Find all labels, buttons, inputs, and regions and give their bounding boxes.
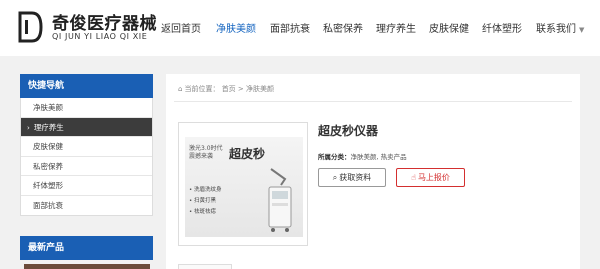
product-category: 所属分类：净肤美颜, 热卖产品 bbox=[318, 151, 407, 161]
main-content: ⌂ 当前位置： 首页 > 净肤美颜 激光3.0时代 震撼来袭 超皮秒 • 洗眉洗纹… bbox=[166, 74, 580, 269]
chevron-down-icon: ▼ bbox=[579, 26, 585, 34]
sidebar-item-skin-beauty[interactable]: 净肤美颜 bbox=[21, 98, 152, 118]
banner-bullet: • 扫黄打黑 bbox=[189, 198, 216, 204]
breadcrumb-current[interactable]: 净肤美颜 bbox=[246, 85, 274, 93]
breadcrumb-home-link[interactable]: 首页 bbox=[222, 85, 236, 93]
hand-pointer-icon: ☝ bbox=[411, 173, 416, 182]
search-icon: ⌕ bbox=[332, 173, 338, 182]
banner-title: 超皮秒 bbox=[229, 147, 266, 161]
nav-item-home[interactable]: 返回首页 bbox=[161, 20, 201, 35]
sidebar-title: 快捷导航 bbox=[20, 74, 153, 98]
breadcrumb: ⌂ 当前位置： 首页 > 净肤美颜 bbox=[178, 84, 274, 94]
sidebar-item-face-antiaging[interactable]: 面部抗衰 bbox=[21, 196, 152, 216]
get-quote-button[interactable]: ☝ 马上报价 bbox=[396, 168, 465, 187]
logo[interactable]: 奇俊医疗器械 QI JUN YI LIAO QI XIE bbox=[16, 8, 157, 48]
site-header: 奇俊医疗器械 QI JUN YI LIAO QI XIE 返回首页 净肤美颜 面… bbox=[0, 0, 600, 56]
get-quote-label: 马上报价 bbox=[417, 173, 450, 182]
nav-item-therapy[interactable]: 理疗养生 bbox=[376, 20, 416, 35]
get-info-button[interactable]: ⌕ 获取资料 bbox=[318, 168, 386, 187]
product-image[interactable]: 激光3.0时代 震撼来袭 超皮秒 • 洗眉洗纹身 • 扫黄打黑 • 祛斑祛痣 bbox=[178, 122, 308, 246]
sidebar-item-private-care[interactable]: 私密保养 bbox=[21, 157, 152, 176]
product-title: 超皮秒仪器 bbox=[318, 124, 379, 138]
get-info-label: 获取资料 bbox=[339, 173, 372, 182]
sidebar-item-label: 理疗养生 bbox=[33, 122, 64, 132]
latest-products-title: 最新产品 bbox=[20, 236, 153, 260]
sidebar-item-therapy[interactable]: › 理疗养生 bbox=[21, 117, 152, 137]
chevron-right-icon: › bbox=[27, 123, 30, 132]
banner-bullet: • 洗眉洗纹身 bbox=[189, 187, 222, 193]
nav-item-skin-care[interactable]: 皮肤保健 bbox=[429, 20, 469, 35]
sidebar: 快捷导航 净肤美颜 › 理疗养生 皮肤保健 私密保养 纤体塑形 面部抗衰 bbox=[20, 74, 153, 216]
nav-contact-label: 联系我们 bbox=[536, 24, 576, 35]
laser-machine-illustration bbox=[268, 168, 292, 232]
nav-item-body-shaping[interactable]: 纤体塑形 bbox=[482, 20, 522, 35]
latest-product-thumbnail[interactable] bbox=[24, 264, 150, 269]
category-label: 所属分类： bbox=[318, 153, 351, 161]
breadcrumb-prefix: 当前位置： bbox=[184, 85, 220, 93]
divider bbox=[174, 101, 572, 102]
logo-name: 奇俊医疗器械 bbox=[52, 14, 157, 34]
nav-item-private-care[interactable]: 私密保养 bbox=[323, 20, 363, 35]
category-value[interactable]: 净肤美颜, 热卖产品 bbox=[351, 153, 407, 161]
home-icon: ⌂ bbox=[178, 85, 183, 93]
banner-bullet: • 祛斑祛痣 bbox=[189, 209, 216, 215]
logo-english: QI JUN YI LIAO QI XIE bbox=[52, 32, 148, 41]
breadcrumb-separator: > bbox=[237, 85, 244, 93]
image-thumbnail-tab[interactable] bbox=[178, 264, 232, 269]
product-banner: 激光3.0时代 震撼来袭 超皮秒 • 洗眉洗纹身 • 扫黄打黑 • 祛斑祛痣 bbox=[185, 137, 303, 237]
sidebar-list: 净肤美颜 › 理疗养生 皮肤保健 私密保养 纤体塑形 面部抗衰 bbox=[20, 98, 153, 216]
nav-item-contact[interactable]: 联系我们 ▼ bbox=[536, 20, 584, 35]
nav-item-face-antiaging[interactable]: 面部抗衰 bbox=[270, 20, 310, 35]
banner-bullets: • 洗眉洗纹身 • 扫黄打黑 • 祛斑祛痣 bbox=[189, 185, 222, 218]
sidebar-item-skin-care[interactable]: 皮肤保健 bbox=[21, 137, 152, 157]
logo-mark-icon bbox=[18, 11, 43, 43]
banner-small-text: 激光3.0时代 震撼来袭 bbox=[189, 145, 223, 160]
sidebar-item-body-shaping[interactable]: 纤体塑形 bbox=[21, 176, 152, 196]
nav-item-skin-beauty[interactable]: 净肤美颜 bbox=[216, 20, 256, 35]
